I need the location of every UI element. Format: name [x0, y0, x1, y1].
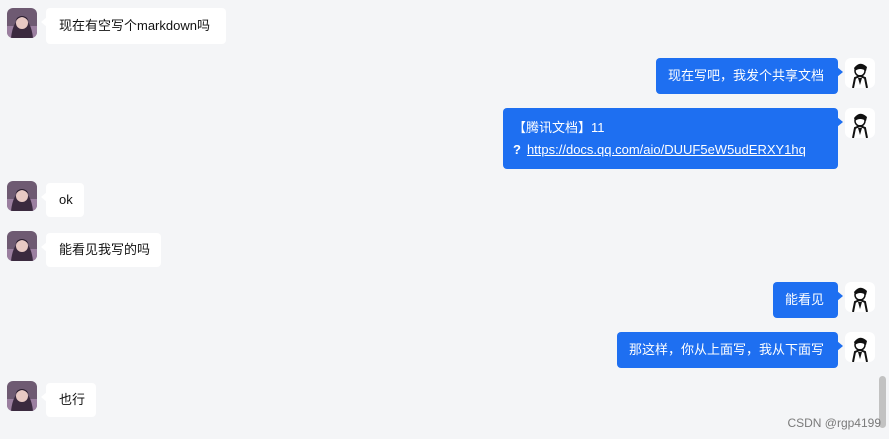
doc-link[interactable]: https://docs.qq.com/aio/DUUF5eW5udERXY1h…	[527, 142, 806, 157]
message-text: 能看见我写的吗	[59, 242, 151, 257]
message-text: 现在有空写个markdown吗	[59, 18, 210, 33]
message-bubble: 现在有空写个markdown吗	[41, 8, 226, 44]
message-bubble: 也行	[41, 383, 96, 417]
contact-avatar[interactable]	[7, 8, 37, 38]
message-text: 现在写吧，我发个共享文档	[668, 68, 825, 83]
message-bubble: 现在写吧，我发个共享文档	[656, 58, 843, 94]
anime-girl-avatar-icon	[7, 181, 37, 211]
contact-avatar[interactable]	[7, 181, 37, 211]
message-bubble: 能看见	[773, 282, 843, 318]
contact-avatar[interactable]	[7, 231, 37, 261]
sketch-boy-avatar-icon	[845, 58, 875, 88]
doc-link-line: ? https://docs.qq.com/aio/DUUF5eW5udERXY1…	[513, 139, 828, 161]
message-text: 也行	[59, 392, 86, 407]
doc-title: 【腾讯文档】11	[513, 120, 605, 135]
message-text: 那这样，你从上面写，我从下面写	[629, 342, 825, 357]
sketch-boy-avatar-icon	[845, 282, 875, 312]
contact-avatar[interactable]	[7, 381, 37, 411]
self-avatar[interactable]	[845, 332, 875, 362]
anime-girl-avatar-icon	[7, 8, 37, 38]
chat-window: 现在有空写个markdown吗 现在写吧，我发个共享文档 【腾讯文档】11 ? h…	[0, 0, 889, 439]
self-avatar[interactable]	[845, 282, 875, 312]
anime-girl-avatar-icon	[7, 231, 37, 261]
sketch-boy-avatar-icon	[845, 332, 875, 362]
shared-doc-bubble: 【腾讯文档】11 ? https://docs.qq.com/aio/DUUF5e…	[503, 108, 843, 169]
sketch-boy-avatar-icon	[845, 108, 875, 138]
watermark: CSDN @rgp4199	[787, 416, 881, 430]
self-avatar[interactable]	[845, 108, 875, 138]
anime-girl-avatar-icon	[7, 381, 37, 411]
message-text: 能看见	[785, 292, 825, 307]
message-text: ok	[59, 192, 73, 207]
message-bubble: ok	[41, 183, 84, 217]
message-bubble: 能看见我写的吗	[41, 233, 161, 267]
self-avatar[interactable]	[845, 58, 875, 88]
help-icon: ?	[513, 142, 521, 157]
message-bubble: 那这样，你从上面写，我从下面写	[617, 332, 843, 368]
